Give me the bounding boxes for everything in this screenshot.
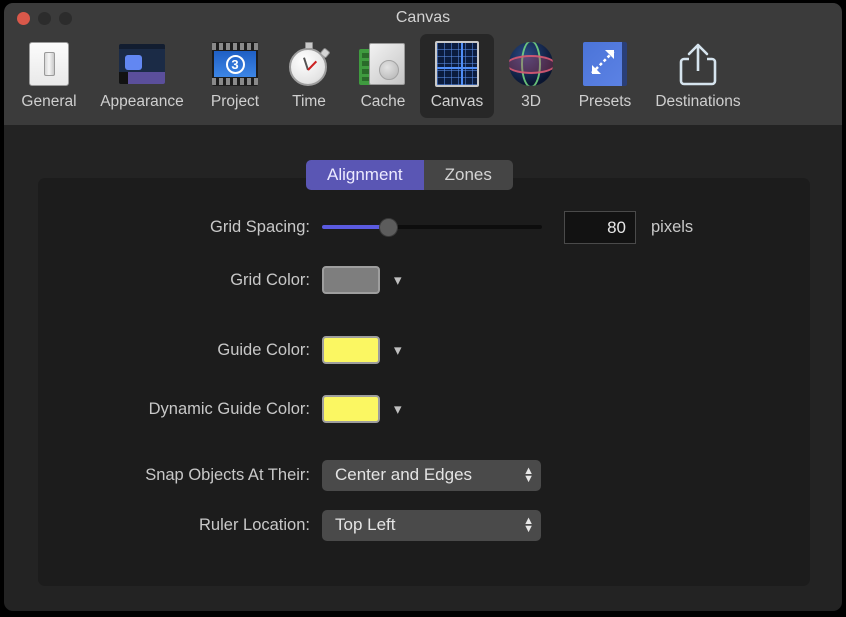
grid-color-label: Grid Color:: [38, 271, 310, 290]
chevron-down-icon[interactable]: ▾: [394, 402, 402, 417]
ruler-location-value: Top Left: [335, 515, 512, 535]
toolbar-item-label: Canvas: [431, 93, 484, 111]
slider-knob[interactable]: [380, 219, 397, 236]
slider-track-fill: [322, 225, 388, 229]
toolbar-item-cache[interactable]: Cache: [346, 34, 420, 118]
toolbar-item-time[interactable]: Time: [272, 34, 346, 118]
grid-spacing-input[interactable]: 80: [564, 211, 636, 244]
toolbar-item-appearance[interactable]: Appearance: [86, 34, 198, 118]
general-switch-icon: [24, 39, 74, 89]
tab-label: Alignment: [327, 165, 403, 185]
chevron-updown-icon[interactable]: ▲▼: [523, 517, 534, 533]
share-export-icon: [673, 39, 723, 89]
toolbar-item-label: 3D: [521, 93, 541, 111]
resize-arrow-icon: [588, 47, 618, 77]
toolbar-item-canvas[interactable]: Canvas: [420, 34, 494, 118]
toolbar-item-label: General: [21, 93, 76, 111]
titlebar: Canvas General Appearance: [4, 3, 842, 125]
chevron-down-icon[interactable]: ▾: [394, 273, 402, 288]
toolbar-item-label: Project: [211, 93, 259, 111]
appearance-icon: [117, 39, 167, 89]
project-filmstrip-icon: 3: [210, 39, 260, 89]
snap-objects-label: Snap Objects At Their:: [38, 466, 310, 485]
presets-arrow-icon: [580, 39, 630, 89]
harddisk-ram-icon: [358, 39, 408, 89]
stopwatch-icon: [284, 39, 334, 89]
row-dynamic-guide-color: Dynamic Guide Color: ▾: [38, 394, 810, 424]
row-grid-color: Grid Color: ▾: [38, 265, 810, 295]
grid-color-well[interactable]: [322, 266, 380, 294]
toolbar-item-label: Appearance: [100, 93, 184, 111]
grid-spacing-unit-label: pixels: [651, 218, 693, 237]
tab-label: Zones: [445, 165, 492, 185]
toolbar-item-3d[interactable]: 3D: [494, 34, 568, 118]
toolbar-item-presets[interactable]: Presets: [568, 34, 642, 118]
tab-alignment[interactable]: Alignment: [306, 160, 424, 190]
row-grid-spacing: Grid Spacing: 80 pixels: [38, 212, 810, 242]
toolbar-item-general[interactable]: General: [12, 34, 86, 118]
grid-spacing-slider[interactable]: [322, 217, 542, 237]
row-ruler-location: Ruler Location: Top Left ▲▼: [38, 510, 810, 540]
tab-zones[interactable]: Zones: [424, 160, 513, 190]
toolbar-item-label: Cache: [361, 93, 406, 111]
ruler-location-popup[interactable]: Top Left ▲▼: [322, 510, 541, 541]
guide-color-well[interactable]: [322, 336, 380, 364]
tab-segmented-control: Alignment Zones: [306, 160, 513, 190]
toolbar-item-label: Destinations: [655, 93, 740, 111]
toolbar-item-destinations[interactable]: Destinations: [642, 34, 754, 118]
toolbar-item-label: Time: [292, 93, 326, 111]
share-arrow-icon: [677, 41, 719, 87]
toolbar-item-label: Presets: [579, 93, 632, 111]
snap-objects-popup[interactable]: Center and Edges ▲▼: [322, 460, 541, 491]
grid-spacing-label: Grid Spacing:: [38, 218, 310, 237]
canvas-settings-panel: Alignment Zones Grid Spacing: 80 pixels …: [38, 178, 810, 586]
row-snap-objects: Snap Objects At Their: Center and Edges …: [38, 460, 810, 490]
guide-color-label: Guide Color:: [38, 341, 310, 360]
row-guide-color: Guide Color: ▾: [38, 335, 810, 365]
window-title: Canvas: [4, 9, 842, 27]
3d-sphere-icon: [506, 39, 556, 89]
preferences-toolbar: General Appearance 3 Project: [12, 34, 834, 120]
dynamic-guide-color-label: Dynamic Guide Color:: [38, 400, 310, 419]
chevron-updown-icon[interactable]: ▲▼: [523, 467, 534, 483]
toolbar-item-project[interactable]: 3 Project: [198, 34, 272, 118]
chevron-down-icon[interactable]: ▾: [394, 343, 402, 358]
canvas-grid-icon: [432, 39, 482, 89]
preferences-window: Canvas General Appearance: [4, 3, 842, 611]
ruler-location-label: Ruler Location:: [38, 516, 310, 535]
dynamic-guide-color-well[interactable]: [322, 395, 380, 423]
snap-objects-value: Center and Edges: [335, 465, 512, 485]
